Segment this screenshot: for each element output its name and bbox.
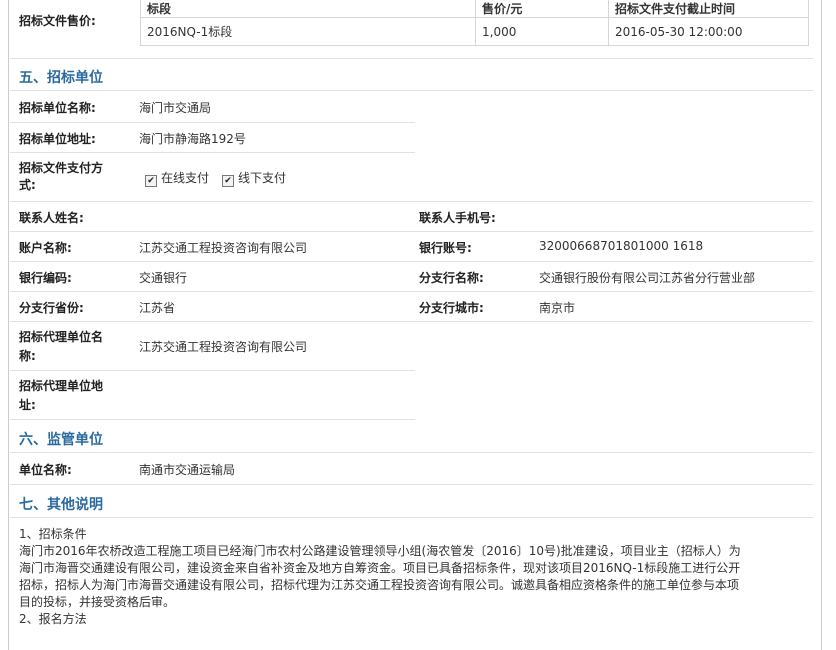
agent-name-label-line1: 招标代理单位名 [19, 330, 104, 344]
cell-deadline: 2016-05-30 12:00:00 [608, 17, 809, 46]
pay-method-label-line1: 招标文件支付方 [19, 161, 104, 175]
divider [10, 231, 813, 232]
checkbox-checked-icon[interactable]: ✔ [145, 175, 157, 187]
bank-account-label: 银行账号: [419, 241, 472, 255]
notes-item-heading: 1、招标条件 [19, 527, 87, 541]
divider [10, 152, 415, 153]
branch-city-label: 分支行城市: [419, 301, 484, 315]
divider [10, 291, 813, 292]
notes-item-heading: 2、报名方法 [19, 612, 87, 626]
agent-name-label: 招标代理单位名 称: [19, 328, 103, 366]
account-name-label: 账户名称: [19, 241, 72, 255]
section-title-supervisor: 六、监管单位 [19, 432, 103, 448]
cell-price: 1,000 [475, 17, 609, 46]
bank-code-value: 交通银行 [139, 271, 188, 285]
divider [10, 261, 813, 262]
divider [10, 452, 813, 453]
divider [10, 201, 813, 202]
notes-paragraph-line: 招标，招标人为海门市海晋交通建设有限公司，招标代理为江苏交通工程投资咨询有限公司… [19, 578, 740, 592]
agent-addr-label: 招标代理单位地 址: [19, 377, 103, 415]
unit-name-value: 海门市交通局 [139, 101, 212, 115]
account-name-value: 江苏交通工程投资咨询有限公司 [139, 241, 308, 255]
supervisor-unit-value: 南通市交通运输局 [139, 463, 236, 477]
cell-section: 2016NQ-1标段 [140, 17, 476, 46]
branch-province-label: 分支行省份: [19, 301, 84, 315]
header-section: 标段 [140, 0, 476, 18]
pay-online-label: 在线支付 [161, 171, 210, 185]
bank-code-label: 银行编码: [19, 271, 72, 285]
unit-addr-value: 海门市静海路192号 [139, 132, 246, 146]
pay-offline-option[interactable]: ✔ 线下支付 [222, 169, 286, 187]
price-label: 招标文件售价: [19, 14, 96, 28]
divider [10, 58, 813, 59]
checkbox-checked-icon[interactable]: ✔ [222, 175, 234, 187]
pay-method-label-line2: 式: [19, 178, 36, 192]
notes-paragraph-line: 海门市2016年农桥改造工程施工项目已经海门市农村公路建设管理领导小组(海农管发… [19, 544, 741, 558]
divider [10, 90, 813, 91]
pay-offline-label: 线下支付 [238, 171, 287, 185]
price-table-header: 标段 售价/元 招标文件支付截止时间 [140, 0, 809, 18]
section-title-tenderer: 五、招标单位 [19, 70, 103, 86]
divider [10, 370, 415, 371]
section-title-other: 七、其他说明 [19, 497, 103, 513]
vertical-scrollbar[interactable] [828, 0, 836, 630]
table-row: 2016NQ-1标段 1,000 2016-05-30 12:00:00 [140, 17, 809, 46]
agent-name-label-line2: 称: [19, 349, 36, 363]
bank-account-value: 32000668701801000 1618 [539, 239, 704, 253]
branch-name-label: 分支行名称: [419, 271, 484, 285]
unit-addr-label: 招标单位地址: [19, 132, 96, 146]
agent-addr-label-line2: 址: [19, 398, 36, 412]
notes-paragraph-line: 目的投标，并接受资格后审。 [19, 595, 176, 609]
pay-method-label: 招标文件支付方 式: [19, 159, 103, 193]
pay-online-option[interactable]: ✔ 在线支付 [145, 169, 209, 187]
notes-paragraph-line: 海门市海晋交通建设有限公司，建设资金来自省补资金及地方自筹资金。项目已具备招标条… [19, 561, 741, 575]
other-notes-body: 1、招标条件 海门市2016年农桥改造工程施工项目已经海门市农村公路建设管理领导… [19, 526, 809, 628]
divider [10, 419, 415, 420]
divider [10, 517, 813, 518]
branch-name-value: 交通银行股份有限公司江苏省分行营业部 [539, 271, 756, 285]
agent-name-value: 江苏交通工程投资咨询有限公司 [139, 340, 308, 354]
branch-province-value: 江苏省 [139, 301, 176, 315]
branch-city-value: 南京市 [539, 301, 576, 315]
header-deadline: 招标文件支付截止时间 [608, 0, 809, 18]
agent-addr-label-line1: 招标代理单位地 [19, 379, 104, 393]
contact-phone-label: 联系人手机号: [419, 211, 496, 225]
unit-name-label: 招标单位名称: [19, 101, 96, 115]
price-table: 标段 售价/元 招标文件支付截止时间 2016NQ-1标段 1,000 2016… [140, 0, 809, 46]
divider [10, 122, 415, 123]
divider [10, 321, 813, 322]
divider [10, 484, 813, 485]
header-price: 售价/元 [475, 0, 609, 18]
contact-name-label: 联系人姓名: [19, 211, 84, 225]
supervisor-unit-label: 单位名称: [19, 463, 72, 477]
